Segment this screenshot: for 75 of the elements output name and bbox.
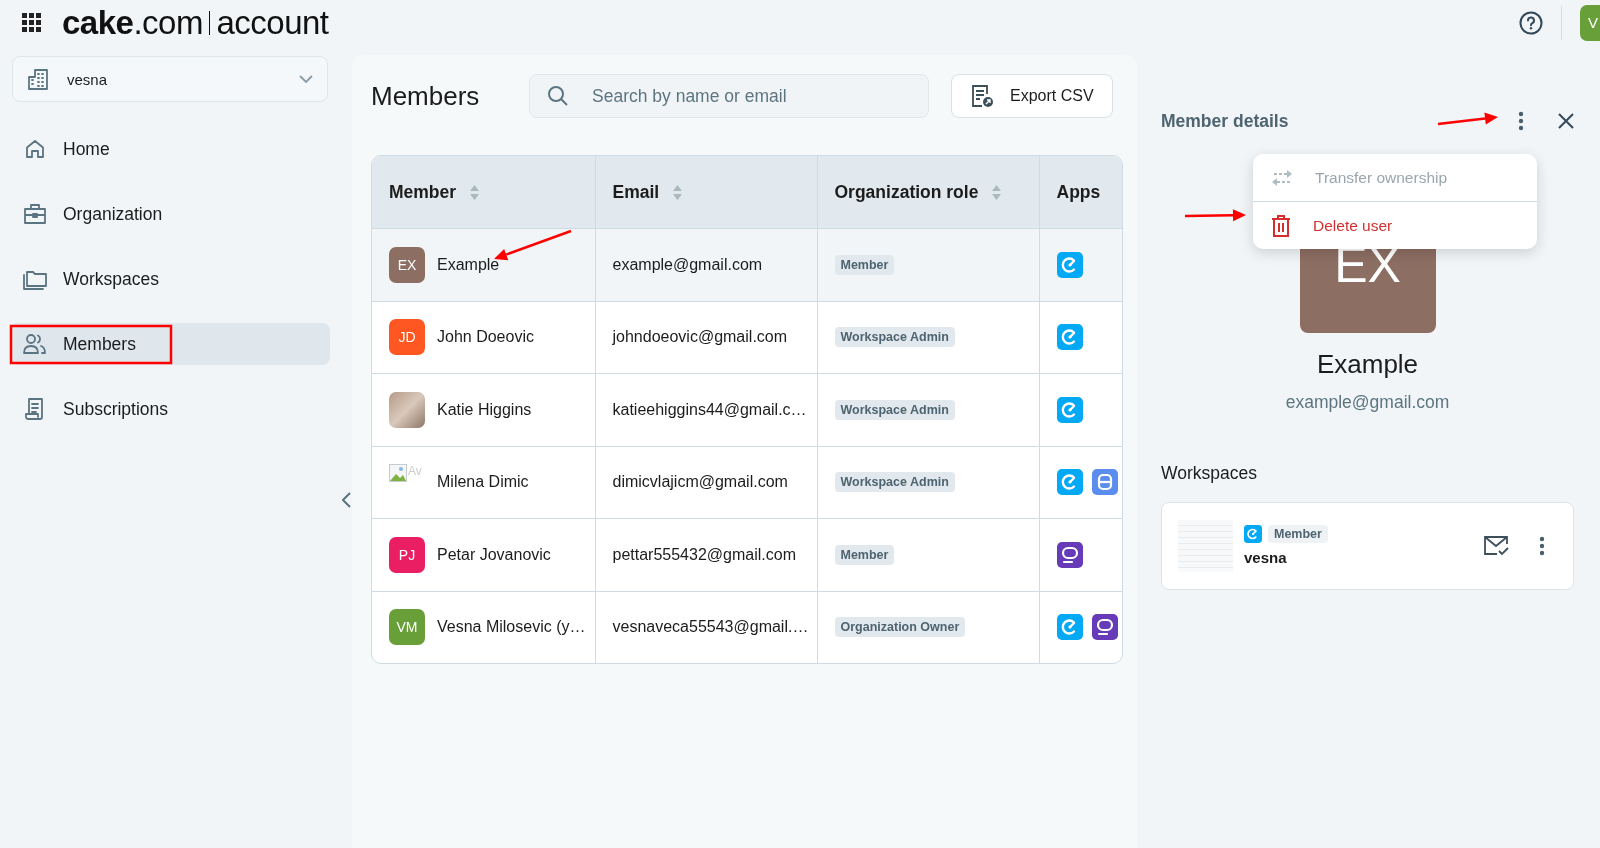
board-app-logo-icon — [1091, 469, 1118, 496]
member-name: Example — [1315, 349, 1420, 380]
page-title: Members — [371, 80, 481, 112]
nav-item[interactable]: Workspaces — [10, 258, 330, 300]
member-name: Example — [437, 255, 500, 274]
member-email: dimicvlajicm@gmail.com — [612, 473, 788, 491]
organization-select[interactable]: vesna — [12, 56, 328, 102]
member-avatar: PJ — [389, 536, 425, 573]
role-tag: Workspace Admin — [834, 327, 955, 348]
close-icon[interactable] — [1558, 113, 1574, 129]
more-options-icon[interactable] — [1539, 536, 1545, 556]
briefcase-icon — [22, 203, 48, 225]
workspace-name: vesna — [1244, 549, 1287, 566]
app-logo-icon — [1056, 469, 1083, 496]
people-icon — [22, 333, 48, 355]
role-tag: Workspace Admin — [834, 399, 955, 420]
chevron-left-icon[interactable] — [341, 492, 351, 508]
app-logo-icon — [1056, 324, 1083, 351]
nav-item[interactable]: Home — [10, 128, 330, 170]
annotation-arrow — [1437, 112, 1498, 126]
app-logo-icon — [1056, 396, 1083, 423]
export-button[interactable]: Export CSV — [951, 74, 1113, 118]
member-name: Petar Jovanovic — [437, 545, 551, 564]
nav-item[interactable]: Subscriptions — [10, 388, 330, 430]
search-icon — [547, 85, 569, 107]
broken-image-icon — [389, 464, 407, 483]
role-tag: Member — [834, 544, 895, 565]
member-row[interactable]: EX Example example@gmail.com Member — [372, 228, 1122, 301]
app-logo-icon — [1056, 251, 1083, 278]
organization-name: vesna — [67, 70, 109, 88]
member-email: example@gmail.com — [612, 255, 763, 273]
member-email: johndoeovic@gmail.com — [612, 328, 788, 346]
chat-app-logo-icon — [1056, 541, 1083, 568]
app-grid-icon[interactable] — [22, 12, 42, 33]
role-tag: Organization Owner — [834, 617, 966, 638]
member-avatar: EX — [389, 246, 425, 283]
product-name: account — [216, 3, 329, 42]
member-name: Vesna Milosevic (y… — [437, 618, 586, 637]
column-header: Email — [612, 181, 660, 203]
trash-icon — [1271, 214, 1291, 237]
chevron-down-icon — [299, 74, 313, 84]
logo-text: cake.com — [62, 3, 203, 42]
member-email: pettar555432@gmail.com — [612, 545, 796, 563]
folder-icon — [22, 268, 48, 290]
swap-arrows-icon — [1271, 167, 1293, 188]
annotation-arrow — [1184, 209, 1246, 222]
workspace-card[interactable]: Member vesna — [1161, 502, 1574, 590]
building-icon — [27, 68, 49, 90]
panel-title: Member details — [1161, 110, 1289, 132]
member-name: Katie Higgins — [437, 400, 532, 419]
more-options-icon[interactable] — [1518, 111, 1524, 131]
role-tag: Workspace Admin — [834, 472, 955, 493]
member-avatar: VM — [389, 609, 425, 646]
member-email: example@gmail.com — [1284, 392, 1451, 413]
photo-placeholder — [389, 391, 425, 428]
column-header: Apps — [1056, 181, 1101, 203]
member-email: vesnaveca55543@gmail.… — [612, 618, 809, 636]
search-field[interactable]: Search by name or email — [529, 74, 929, 118]
role-tag: Member — [1268, 525, 1328, 543]
nav-item[interactable]: Members — [10, 323, 330, 365]
app-logo-icon — [1244, 525, 1262, 543]
help-icon[interactable] — [1519, 10, 1543, 35]
chat-app-logo-icon — [1091, 614, 1118, 641]
member-name: John Doeovic — [437, 328, 534, 347]
column-header: Member — [389, 181, 457, 203]
app-logo-icon — [1056, 614, 1083, 641]
document-export-icon — [970, 84, 994, 108]
member-name: Milena Dimic — [437, 473, 529, 492]
section-title: Workspaces — [1161, 463, 1258, 484]
role-tag: Member — [834, 254, 895, 275]
nav-item[interactable]: Organization — [10, 193, 330, 235]
mail-check-icon[interactable] — [1483, 535, 1509, 557]
member-avatar: JD — [389, 319, 425, 356]
column-header: Organization role — [834, 181, 979, 203]
member-email: katieehiggins44@gmail.c… — [612, 400, 807, 418]
